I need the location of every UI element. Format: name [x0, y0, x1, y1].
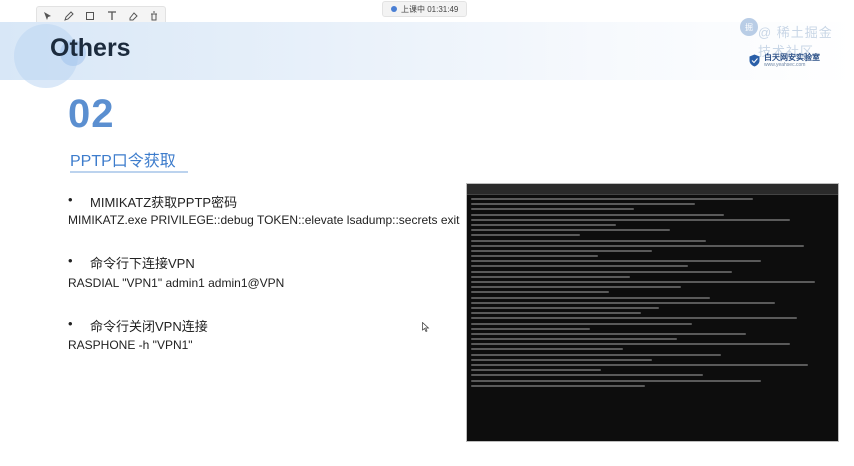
select-icon[interactable]	[42, 10, 54, 22]
terminal-line	[471, 286, 681, 289]
terminal-line	[471, 291, 609, 294]
section-number: 02	[68, 92, 115, 136]
terminal-line	[471, 229, 671, 232]
rectangle-icon[interactable]	[84, 10, 96, 22]
terminal-line	[471, 364, 808, 366]
terminal-line	[471, 306, 660, 309]
bullet-dot: •	[68, 253, 73, 268]
bullet-dot: •	[68, 192, 73, 207]
terminal-line	[471, 353, 721, 356]
record-icon	[391, 6, 397, 12]
logo-name: 白天网安实验室	[764, 53, 820, 62]
text-icon[interactable]	[106, 10, 118, 22]
shield-icon	[749, 54, 760, 67]
terminal-line	[471, 327, 591, 330]
terminal-line	[471, 198, 754, 200]
terminal-line	[471, 374, 703, 377]
terminal-line	[471, 312, 642, 315]
terminal-line	[471, 239, 707, 242]
terminal-line	[471, 234, 580, 237]
terminal-line	[471, 249, 652, 252]
bullet-label: 命令行关闭VPN连接	[90, 319, 208, 334]
brand-logo: 白天网安实验室 www.yeahsec.com	[749, 53, 820, 68]
terminal-titlebar	[467, 184, 838, 195]
terminal-line	[471, 203, 696, 206]
terminal-line	[471, 358, 652, 361]
terminal-line	[471, 338, 678, 341]
timer-text: 上课中 01:31:49	[401, 4, 459, 14]
section-subtitle: PPTP口令获取	[70, 153, 176, 170]
terminal-line	[471, 213, 725, 216]
bullet-dot: •	[68, 316, 73, 331]
terminal-line	[471, 379, 761, 382]
terminal-line	[471, 281, 815, 283]
pen-icon[interactable]	[63, 10, 75, 22]
terminal-line	[471, 275, 631, 278]
terminal-line	[471, 223, 616, 226]
bullet-label: MIMIKATZ获取PPTP密码	[90, 195, 238, 210]
eraser-icon[interactable]	[127, 10, 139, 22]
terminal-line	[471, 265, 689, 268]
terminal-line	[471, 317, 797, 320]
logo-subtitle: www.yeahsec.com	[764, 62, 806, 68]
terminal-screenshot	[466, 183, 839, 442]
command-text: RASPHONE -h "VPN1"	[68, 338, 193, 352]
terminal-line	[471, 322, 692, 325]
terminal-line	[471, 301, 776, 304]
command-text: MIMIKATZ.exe PRIVILEGE::debug TOKEN::ele…	[68, 213, 460, 227]
terminal-line	[471, 255, 598, 258]
terminal-line	[471, 348, 624, 351]
terminal-line	[471, 208, 634, 211]
terminal-line	[471, 260, 761, 263]
terminal-line	[471, 384, 645, 387]
class-timer: 上课中 01:31:49	[382, 1, 468, 17]
bullet-label: 命令行下连接VPN	[90, 256, 195, 271]
watermark-badge-icon: 掘	[740, 18, 758, 36]
watermark: 掘 @ 稀土掘金技术社区	[720, 14, 840, 59]
subtitle-underline	[70, 171, 188, 173]
terminal-line	[471, 270, 732, 273]
terminal-line	[471, 296, 710, 299]
terminal-line	[471, 218, 790, 221]
terminal-line	[471, 343, 790, 346]
terminal-line	[471, 369, 602, 372]
delete-icon[interactable]	[148, 10, 160, 22]
terminal-line	[471, 244, 805, 247]
terminal-line	[471, 332, 747, 335]
mouse-cursor-icon	[422, 322, 430, 332]
command-text: RASDIAL "VPN1" admin1 admin1@VPN	[68, 276, 285, 290]
terminal-output	[471, 198, 833, 390]
page-title: Others	[50, 34, 131, 62]
